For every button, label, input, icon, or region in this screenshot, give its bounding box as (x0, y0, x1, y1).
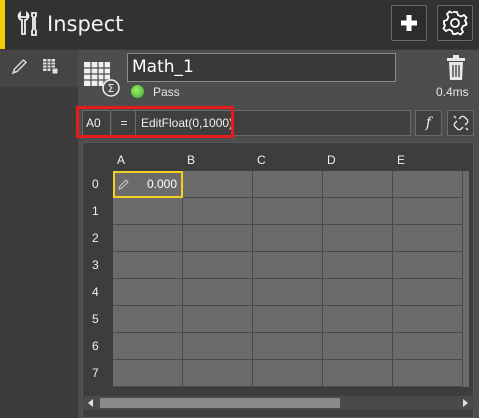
scrollbar-thumb[interactable] (100, 398, 340, 408)
function-button[interactable]: f (415, 110, 442, 136)
formula-input[interactable]: EditFloat(0,1000) (135, 110, 411, 136)
grid-cell[interactable] (393, 279, 463, 306)
page-title: Inspect (47, 12, 124, 36)
status-indicator (131, 85, 144, 98)
grid-cell[interactable] (183, 333, 253, 360)
grid-cell[interactable] (253, 333, 323, 360)
row-header-4[interactable]: 4 (92, 279, 99, 306)
math-spreadsheet-icon: Σ (84, 62, 120, 97)
column-header-d[interactable]: D (323, 149, 393, 171)
title-accent-bar (0, 0, 5, 49)
column-header-a[interactable]: A (113, 149, 183, 171)
grid-cell[interactable] (323, 171, 393, 198)
grid-cell[interactable] (183, 225, 253, 252)
grid-cell[interactable] (393, 333, 463, 360)
grid-cell[interactable] (323, 198, 393, 225)
column-header-b[interactable]: B (183, 149, 253, 171)
gear-icon (442, 10, 468, 36)
grid-cell[interactable] (113, 306, 183, 333)
grid-cell[interactable] (183, 360, 253, 387)
table-icon[interactable] (40, 56, 62, 78)
grid-cell[interactable] (113, 279, 183, 306)
formula-bar: A0 = EditFloat(0,1000) f (82, 110, 474, 138)
unlink-icon (453, 115, 468, 131)
grid-cell[interactable] (393, 171, 463, 198)
left-tab-strip (0, 50, 78, 87)
main-panel: Σ Math_1 Pass 0.4ms A0 = EditFloat(0,100… (78, 50, 479, 418)
grid-cell[interactable] (253, 225, 323, 252)
spreadsheet-grid: A B C D E 0 1 2 3 4 5 6 7 0.000 (82, 142, 474, 418)
grid-cell[interactable] (323, 252, 393, 279)
grid-cell[interactable] (253, 306, 323, 333)
row-header-5[interactable]: 5 (92, 306, 99, 333)
grid-cell[interactable] (183, 198, 253, 225)
grid-cell[interactable] (253, 198, 323, 225)
grid-cell[interactable] (393, 225, 463, 252)
grid-cell[interactable] (323, 225, 393, 252)
grid-cell[interactable] (323, 279, 393, 306)
grid-cell[interactable] (113, 360, 183, 387)
row-header-0[interactable]: 0 (92, 171, 99, 198)
column-header-c[interactable]: C (253, 149, 323, 171)
horizontal-scrollbar[interactable] (82, 396, 474, 410)
left-panel (0, 50, 78, 418)
tool-name-input[interactable]: Math_1 (127, 53, 396, 82)
grid-cell[interactable] (323, 333, 393, 360)
pencil-icon[interactable] (8, 56, 30, 78)
row-header-6[interactable]: 6 (92, 333, 99, 360)
cell-value: 0.000 (146, 177, 177, 191)
grid-cell[interactable] (393, 360, 463, 387)
grid-cell[interactable] (323, 360, 393, 387)
row-header-7[interactable]: 7 (92, 360, 99, 387)
cell-area: 0.000 (113, 171, 469, 387)
execution-time: 0.4ms (436, 85, 469, 99)
grid-cell[interactable] (393, 306, 463, 333)
cell-a0[interactable]: 0.000 (113, 171, 183, 198)
grid-cell[interactable] (253, 252, 323, 279)
grid-cell[interactable] (113, 198, 183, 225)
row-header-1[interactable]: 1 (92, 198, 99, 225)
column-header-e[interactable]: E (393, 149, 463, 171)
settings-button[interactable] (437, 5, 473, 41)
grid-cell[interactable] (183, 171, 253, 198)
unlink-button[interactable] (447, 110, 474, 136)
grid-cell[interactable] (113, 252, 183, 279)
status-text: Pass (153, 85, 180, 99)
pencil-icon (118, 179, 129, 190)
grid-cell[interactable] (253, 279, 323, 306)
grid-cell[interactable] (323, 306, 393, 333)
grid-cell[interactable] (253, 171, 323, 198)
grid-cell[interactable] (113, 333, 183, 360)
scroll-left-arrow-icon[interactable] (86, 398, 96, 408)
row-header-3[interactable]: 3 (92, 252, 99, 279)
grid-cell[interactable] (183, 279, 253, 306)
plus-icon (401, 15, 417, 31)
row-header-2[interactable]: 2 (92, 225, 99, 252)
grid-cell[interactable] (393, 252, 463, 279)
scroll-right-arrow-icon[interactable] (460, 398, 470, 408)
add-button[interactable] (391, 5, 427, 41)
cell-reference: A0 (82, 110, 111, 136)
equals-sign: = (112, 110, 136, 136)
column-headers: A B C D E (113, 149, 469, 171)
wrench-screwdriver-icon (17, 11, 37, 36)
svg-text:Σ: Σ (108, 82, 115, 95)
grid-cell[interactable] (253, 360, 323, 387)
trash-icon[interactable] (445, 55, 467, 81)
grid-cell[interactable] (183, 306, 253, 333)
grid-cell[interactable] (393, 198, 463, 225)
grid-cell[interactable] (113, 225, 183, 252)
grid-cell[interactable] (183, 252, 253, 279)
title-bar: Inspect (0, 0, 479, 49)
